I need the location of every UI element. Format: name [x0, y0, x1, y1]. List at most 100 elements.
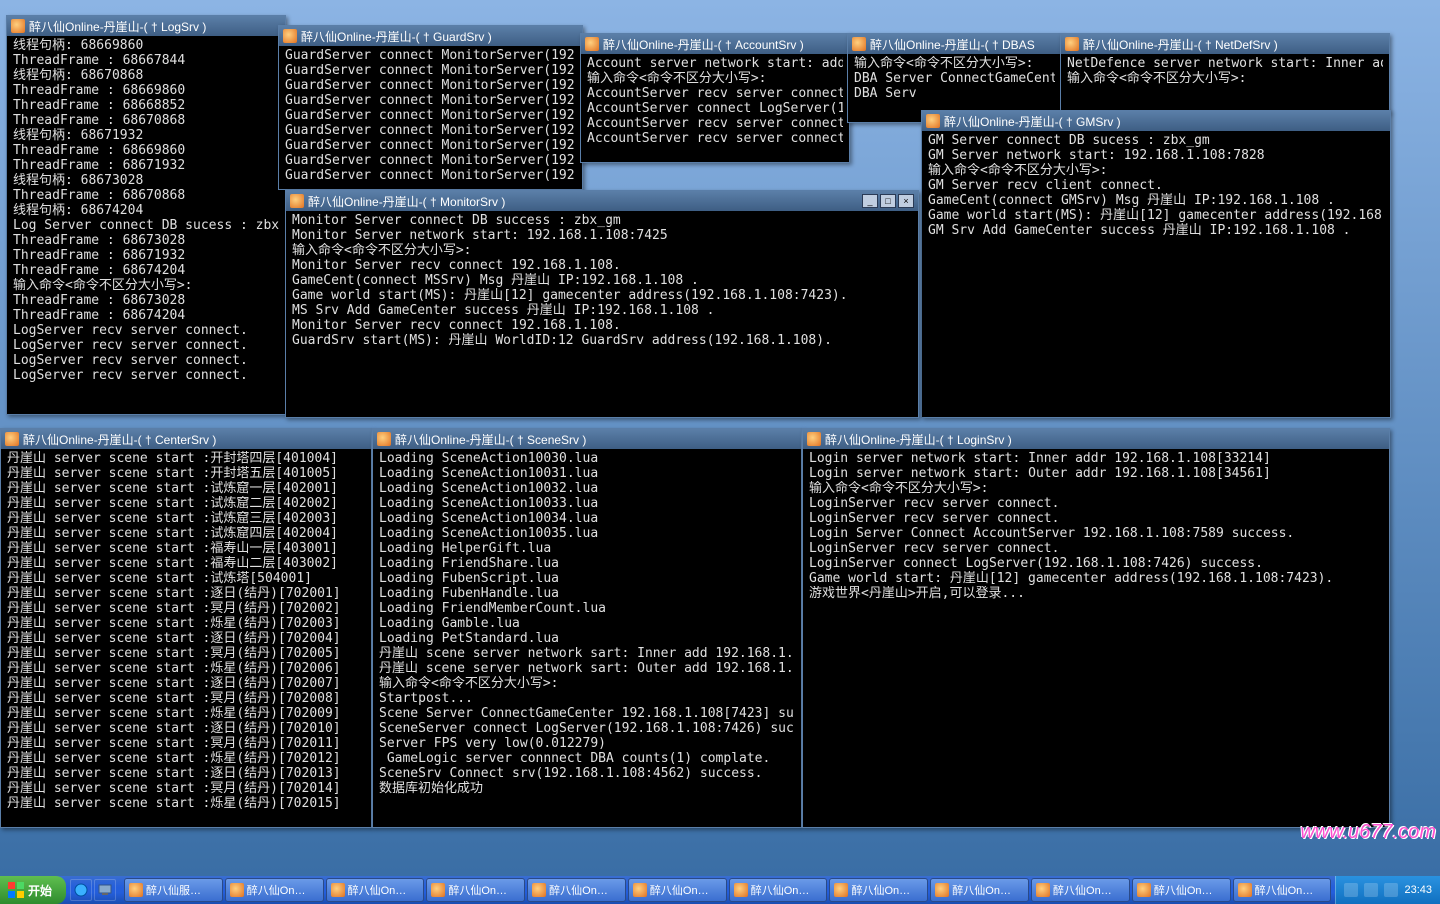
console-body[interactable]: 丹崖山 server scene start :开封塔四层[401004]丹崖山…: [3, 449, 369, 825]
task-label: 醉八仙On…: [650, 882, 709, 898]
quicklaunch-desktop-icon[interactable]: [94, 879, 116, 901]
console-line: AccountServer recv server connect.: [587, 86, 843, 101]
titlebar-monitorsrv[interactable]: 醉八仙Online-丹崖山-( † MonitorSrv ) _ □ ×: [286, 191, 918, 211]
task-icon: [734, 883, 748, 897]
taskbar-task[interactable]: 醉八仙On…: [1031, 878, 1130, 902]
taskbar-task[interactable]: 醉八仙On…: [1132, 878, 1231, 902]
taskbar-task[interactable]: 醉八仙On…: [628, 878, 727, 902]
taskbar-task[interactable]: 醉八仙On…: [326, 878, 425, 902]
window-monitorsrv[interactable]: 醉八仙Online-丹崖山-( † MonitorSrv ) _ □ × Mon…: [285, 190, 919, 418]
titlebar-accountsrv[interactable]: 醉八仙Online-丹崖山-( † AccountSrv ): [581, 34, 849, 54]
titlebar-scenesrv[interactable]: 醉八仙Online-丹崖山-( † SceneSrv ): [373, 429, 801, 449]
taskbar-task[interactable]: 醉八仙On…: [527, 878, 626, 902]
system-tray[interactable]: 23:43: [1335, 876, 1440, 904]
minimize-button[interactable]: _: [862, 194, 878, 208]
taskbar-tasks: 醉八仙服…醉八仙On…醉八仙On…醉八仙On…醉八仙On…醉八仙On…醉八仙On…: [120, 878, 1335, 902]
tray-icon[interactable]: [1384, 883, 1398, 897]
task-icon: [1036, 883, 1050, 897]
titlebar-centersrv[interactable]: 醉八仙Online-丹崖山-( † CenterSrv ): [1, 429, 371, 449]
start-button[interactable]: 开始: [0, 876, 66, 904]
console-line: 丹崖山 server scene start :烁星(结丹)[702012]: [7, 751, 365, 766]
console-body[interactable]: Account server network start: addr输入命令<命…: [583, 54, 847, 160]
window-logsrv[interactable]: 醉八仙Online-丹崖山-( † LogSrv ) 线程句柄: 6866986…: [6, 15, 286, 415]
console-line: ThreadFrame : 68674204: [13, 308, 279, 323]
console-line: Game world start(MS): 丹崖山[12] gamecenter…: [928, 208, 1384, 223]
console-line: 丹崖山 scene server network sart: Outer add…: [379, 661, 795, 676]
console-line: 丹崖山 server scene start :福寿山二层[403002]: [7, 556, 365, 571]
close-button[interactable]: ×: [898, 194, 914, 208]
console-line: 丹崖山 server scene start :试炼窟一层[402001]: [7, 481, 365, 496]
console-line: 输入命令<命令不区分大小写>:: [854, 56, 1055, 71]
console-line: 输入命令<命令不区分大小写>:: [379, 676, 795, 691]
task-icon: [834, 883, 848, 897]
titlebar-netdefsrv[interactable]: 醉八仙Online-丹崖山-( † NetDefSrv ): [1061, 34, 1389, 54]
console-line: Loading FubenHandle.lua: [379, 586, 795, 601]
taskbar-task[interactable]: 醉八仙On…: [225, 878, 324, 902]
console-line: LogServer recv server connect.: [13, 338, 279, 353]
console-line: Loading PetStandard.lua: [379, 631, 795, 646]
console-line: Server FPS very low(0.012279): [379, 736, 795, 751]
title-text: 醉八仙Online-丹崖山-( † DBAS: [870, 36, 1057, 53]
quicklaunch-ie-icon[interactable]: [70, 879, 92, 901]
console-line: 丹崖山 server scene start :开封塔五层[401005]: [7, 466, 365, 481]
window-loginsrv[interactable]: 醉八仙Online-丹崖山-( † LoginSrv ) Login serve…: [802, 428, 1390, 828]
window-gmsrv[interactable]: 醉八仙Online-丹崖山-( † GMSrv ) GM Server conn…: [921, 110, 1391, 418]
console-line: 数据库初始化成功: [379, 781, 795, 796]
console-body[interactable]: 线程句柄: 68669860ThreadFrame : 68667844线程句柄…: [9, 36, 283, 412]
window-netdefsrv[interactable]: 醉八仙Online-丹崖山-( † NetDefSrv ) NetDefence…: [1060, 33, 1390, 113]
taskbar-task[interactable]: 醉八仙On…: [1233, 878, 1332, 902]
title-text: 醉八仙Online-丹崖山-( † GuardSrv ): [301, 28, 578, 45]
console-line: 丹崖山 server scene start :逐日(结丹)[702010]: [7, 721, 365, 736]
console-line: DBA Server ConnectGameCente: [854, 71, 1055, 86]
task-icon: [331, 883, 345, 897]
window-centersrv[interactable]: 醉八仙Online-丹崖山-( † CenterSrv ) 丹崖山 server…: [0, 428, 372, 828]
task-icon: [431, 883, 445, 897]
console-line: GuardServer connect MonitorServer(192.1: [285, 93, 576, 108]
titlebar-dbas[interactable]: 醉八仙Online-丹崖山-( † DBAS: [848, 34, 1061, 54]
taskbar-task[interactable]: 醉八仙On…: [426, 878, 525, 902]
console-body[interactable]: Login server network start: Inner addr 1…: [805, 449, 1387, 825]
app-icon: [852, 37, 866, 51]
task-icon: [230, 883, 244, 897]
window-accountsrv[interactable]: 醉八仙Online-丹崖山-( † AccountSrv ) Account s…: [580, 33, 850, 163]
console-line: Loading SceneAction10030.lua: [379, 451, 795, 466]
desktop: 醉八仙Online-丹崖山-( † LogSrv ) 线程句柄: 6866986…: [0, 0, 1440, 876]
quick-launch: [66, 879, 120, 901]
taskbar-task[interactable]: 醉八仙On…: [829, 878, 928, 902]
console-line: GuardServer connect MonitorServer(192.1: [285, 123, 576, 138]
console-body[interactable]: Loading SceneAction10030.luaLoading Scen…: [375, 449, 799, 825]
console-body[interactable]: GuardServer connect MonitorServer(192.1 G…: [281, 46, 580, 187]
app-icon: [290, 194, 304, 208]
console-line: LoginServer recv server connect.: [809, 511, 1383, 526]
console-body[interactable]: GM Server connect DB sucess : zbx_gmGM S…: [924, 131, 1388, 415]
titlebar-guardsrv[interactable]: 醉八仙Online-丹崖山-( † GuardSrv ): [279, 26, 582, 46]
console-line: GM Srv Add GameCenter success 丹崖山 IP:192…: [928, 223, 1384, 238]
app-icon: [377, 432, 391, 446]
console-line: 线程句柄: 68674204: [13, 203, 279, 218]
console-body[interactable]: NetDefence server network start: Inner a…: [1063, 54, 1387, 110]
console-line: Loading FriendShare.lua: [379, 556, 795, 571]
task-label: 醉八仙On…: [448, 882, 507, 898]
window-guardsrv[interactable]: 醉八仙Online-丹崖山-( † GuardSrv ) GuardServer…: [278, 25, 583, 190]
console-line: 丹崖山 server scene start :试炼窟二层[402002]: [7, 496, 365, 511]
taskbar-task[interactable]: 醉八仙On…: [729, 878, 828, 902]
console-line: Game world start(MS): 丹崖山[12] gamecenter…: [292, 288, 912, 303]
task-icon: [633, 883, 647, 897]
clock[interactable]: 23:43: [1404, 884, 1432, 896]
titlebar-logsrv[interactable]: 醉八仙Online-丹崖山-( † LogSrv ): [7, 16, 285, 36]
maximize-button[interactable]: □: [880, 194, 896, 208]
tray-icon[interactable]: [1364, 883, 1378, 897]
console-line: GuardServer connect MonitorServer(192.1: [285, 153, 576, 168]
titlebar-loginsrv[interactable]: 醉八仙Online-丹崖山-( † LoginSrv ): [803, 429, 1389, 449]
console-line: GameCent(connect MSSrv) Msg 丹崖山 IP:192.1…: [292, 273, 912, 288]
console-line: LogServer recv server connect.: [13, 368, 279, 383]
task-icon: [129, 883, 143, 897]
taskbar-task[interactable]: 醉八仙服…: [124, 878, 223, 902]
console-line: ThreadFrame : 68670868: [13, 188, 279, 203]
window-scenesrv[interactable]: 醉八仙Online-丹崖山-( † SceneSrv ) Loading Sce…: [372, 428, 802, 828]
titlebar-gmsrv[interactable]: 醉八仙Online-丹崖山-( † GMSrv ): [922, 111, 1390, 131]
tray-icon[interactable]: [1344, 883, 1358, 897]
taskbar-task[interactable]: 醉八仙On…: [930, 878, 1029, 902]
console-body[interactable]: Monitor Server connect DB success : zbx_…: [288, 211, 916, 415]
console-line: 线程句柄: 68669860: [13, 38, 279, 53]
